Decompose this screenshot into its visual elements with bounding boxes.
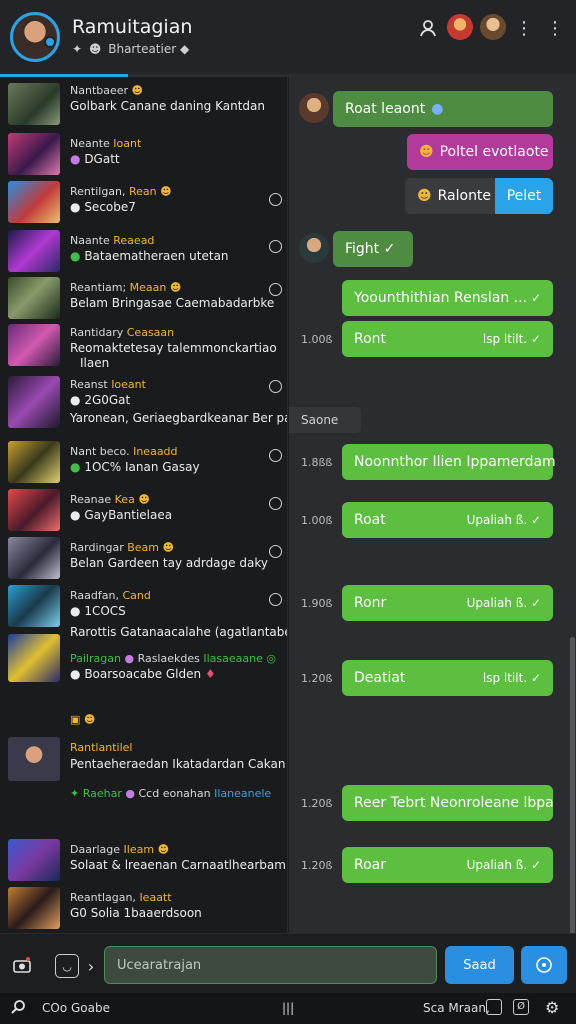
message-bubble[interactable]: Roat leaont ● bbox=[333, 91, 553, 127]
message-bubble[interactable]: ☻ Ralonte Pelet bbox=[405, 178, 553, 214]
select-radio[interactable] bbox=[269, 497, 282, 510]
send-button[interactable]: Saad bbox=[445, 946, 514, 984]
thumbnail-image bbox=[8, 489, 60, 531]
chevron-right-icon[interactable]: › bbox=[84, 954, 98, 978]
thumbnail-image bbox=[8, 634, 60, 682]
camera-icon[interactable] bbox=[10, 954, 34, 978]
search-icon[interactable] bbox=[10, 999, 26, 1018]
select-radio[interactable] bbox=[269, 380, 282, 393]
pelet-button[interactable]: Pelet bbox=[495, 178, 553, 214]
thumbnail-image bbox=[8, 537, 60, 579]
message-bubble[interactable]: Fight ✓ bbox=[333, 231, 413, 267]
user-icon[interactable] bbox=[416, 16, 440, 40]
status-right-label: Sca Mraan, bbox=[423, 1001, 490, 1015]
status-left-label: COo Goabe bbox=[42, 1001, 110, 1015]
message-bubble[interactable]: ☻ Poltel evotlaote bbox=[407, 134, 553, 170]
online-badge bbox=[44, 36, 56, 48]
sender-avatar[interactable] bbox=[299, 233, 329, 263]
message-bubble[interactable]: Ronr Upaliah ß. ✓ bbox=[342, 585, 553, 621]
message-bubble[interactable]: Deatiat lsp ltilt. ✓ bbox=[342, 660, 553, 696]
select-radio[interactable] bbox=[269, 283, 282, 296]
thumbnail-image bbox=[8, 83, 60, 125]
message-thread: Roat leaont ● ☻ Poltel evotlaote ☻ Ralonte … bbox=[289, 77, 576, 937]
select-radio[interactable] bbox=[269, 240, 282, 253]
message-time: 1.20ß bbox=[301, 672, 333, 685]
message-bubble[interactable]: Reer Tebrt Neonroleane lbpa bbox=[342, 785, 554, 821]
app-icon[interactable]: Ø bbox=[513, 999, 529, 1015]
message-time: 1.20ß bbox=[301, 797, 333, 810]
sparkle-icon: ✦ bbox=[72, 42, 83, 56]
contact-avatar[interactable] bbox=[480, 14, 506, 40]
message-composer: ◡ › Saad bbox=[0, 933, 576, 993]
menu-icon[interactable]: ⋮ bbox=[543, 16, 567, 40]
date-divider: Saone bbox=[289, 407, 361, 433]
chat-subtitle: ✦ ☻ Bharteatier ◆ bbox=[72, 42, 190, 56]
message-bubble[interactable]: Noonnthor Ilien Ippamerdam bbox=[342, 444, 556, 480]
thumbnail-image bbox=[8, 887, 60, 929]
thumbnail-image bbox=[8, 839, 60, 881]
thumbnail-image bbox=[8, 181, 60, 223]
scrollbar[interactable] bbox=[570, 637, 575, 937]
contact-avatar[interactable] bbox=[447, 14, 473, 40]
sender-avatar[interactable] bbox=[299, 93, 329, 123]
gem-icon: ◆ bbox=[179, 42, 190, 56]
conversation-list: Nantbaeer ☻ Golbark Canane daning Kantda… bbox=[0, 77, 288, 933]
message-input[interactable] bbox=[104, 946, 437, 984]
thumbnail-image bbox=[8, 324, 60, 366]
thumbnail-image bbox=[8, 737, 60, 781]
voice-button[interactable] bbox=[521, 946, 567, 984]
message-bubble[interactable]: Roat Upaliah ß. ✓ bbox=[342, 502, 553, 538]
select-radio[interactable] bbox=[269, 593, 282, 606]
message-bubble[interactable]: Roar Upaliah ß. ✓ bbox=[342, 847, 553, 883]
message-bubble[interactable]: Yoounthithian Renslan ... ✓ bbox=[342, 280, 553, 316]
chat-header: Ramuitagian ✦ ☻ Bharteatier ◆ ⋮ ⋮ bbox=[0, 0, 576, 77]
message-time: 1.8ßß bbox=[301, 456, 333, 469]
message-time: 1.90ß bbox=[301, 597, 333, 610]
thumbnail-image bbox=[8, 585, 60, 627]
message-bubble[interactable]: Ront lsp ltilt. ✓ bbox=[342, 321, 553, 357]
pause-icon[interactable]: ||| bbox=[282, 1001, 294, 1015]
window-icon[interactable] bbox=[486, 999, 502, 1015]
thumbnail-image bbox=[8, 376, 60, 428]
thumbnail-image bbox=[8, 277, 60, 319]
more-icon[interactable]: ⋮ bbox=[512, 16, 536, 40]
select-radio[interactable] bbox=[269, 193, 282, 206]
settings-icon[interactable]: ⚙ bbox=[545, 998, 559, 1017]
message-time: 1.00ß bbox=[301, 333, 333, 346]
message-time: 1.00ß bbox=[301, 514, 333, 527]
sticker-icon[interactable]: ◡ bbox=[55, 954, 79, 978]
select-radio[interactable] bbox=[269, 545, 282, 558]
select-radio[interactable] bbox=[269, 449, 282, 462]
thumbnail-image bbox=[8, 133, 60, 175]
face-icon: ☻ bbox=[88, 42, 102, 56]
thumbnail-image bbox=[8, 441, 60, 483]
status-bar: COo Goabe ||| Sca Mraan, Ø ⚙ bbox=[0, 993, 576, 1024]
thumbnail-image bbox=[8, 230, 60, 272]
chat-title: Ramuitagian bbox=[72, 16, 193, 38]
message-time: 1.20ß bbox=[301, 859, 333, 872]
